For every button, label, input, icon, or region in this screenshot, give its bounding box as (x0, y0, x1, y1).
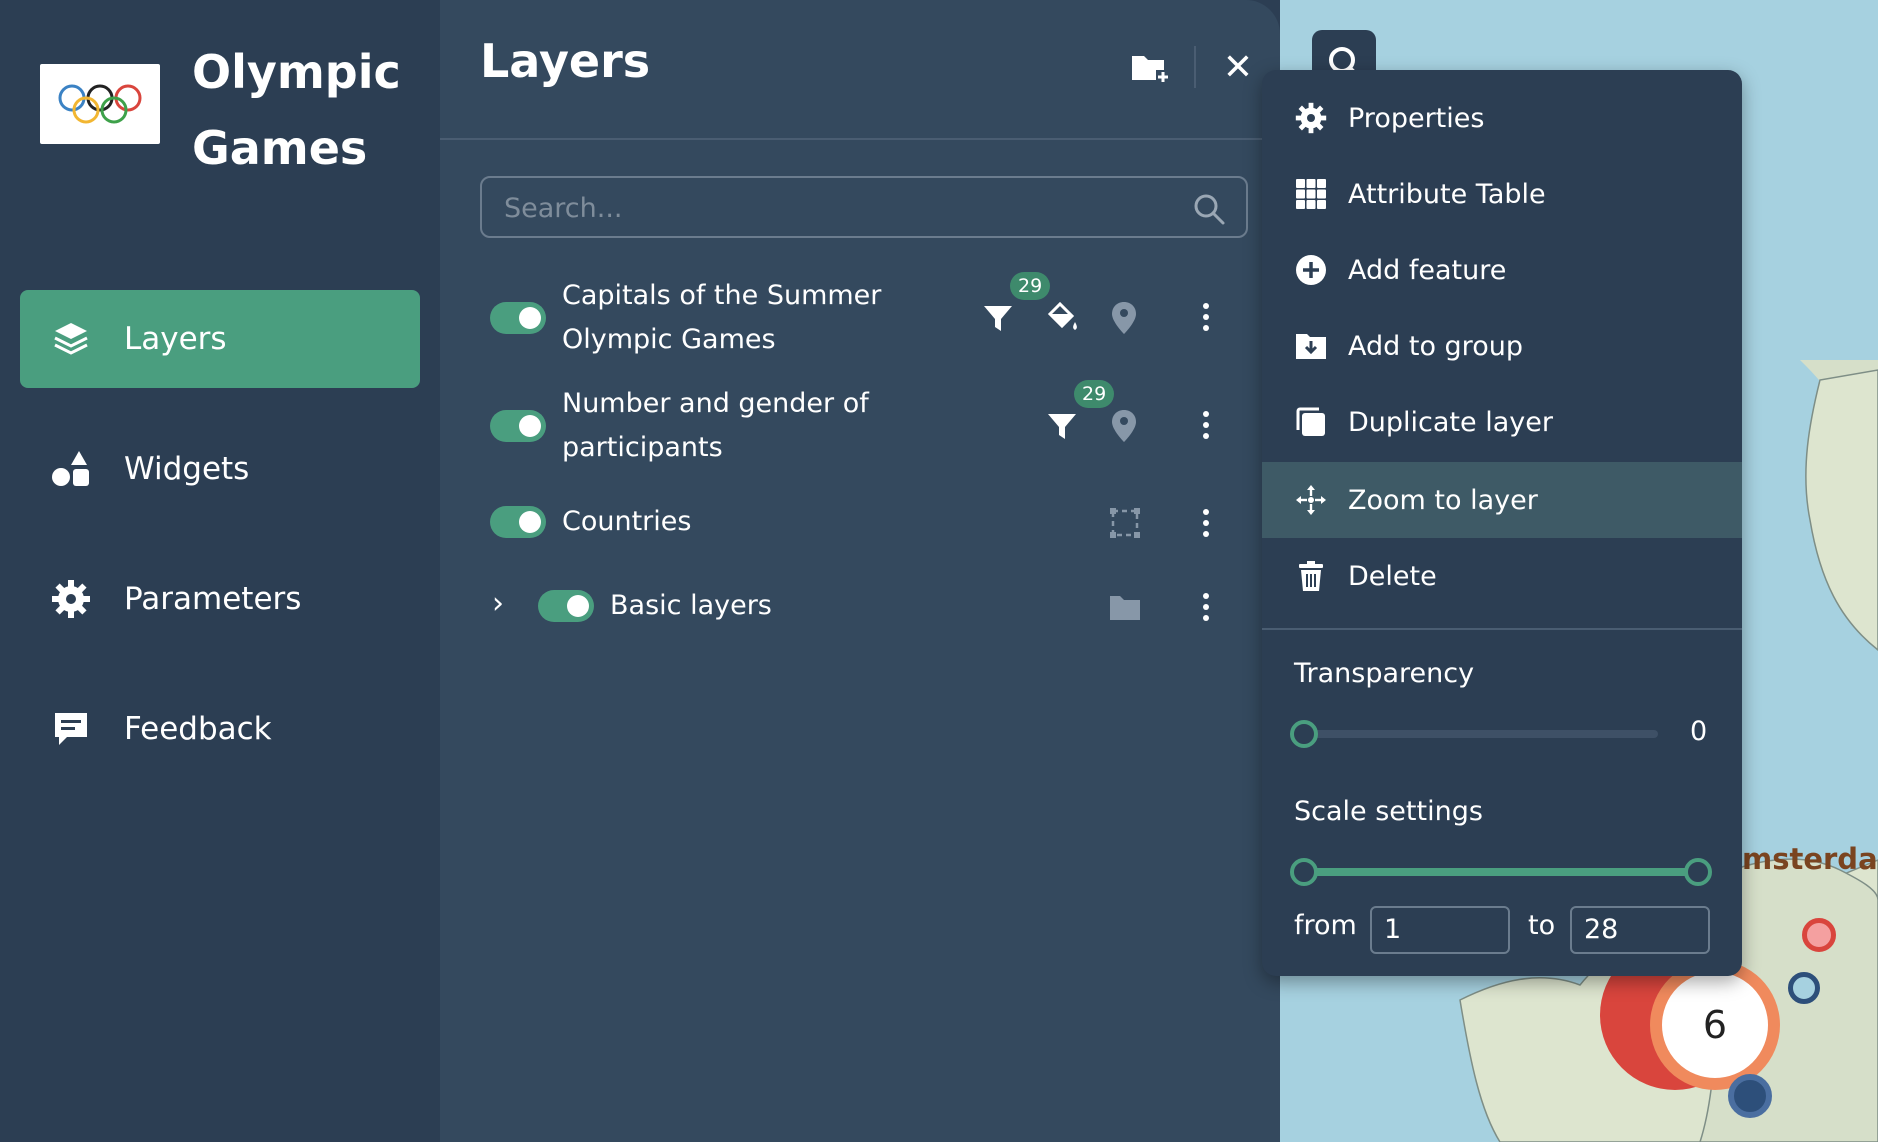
menu-item-add-to-group[interactable]: Add to group (1262, 308, 1742, 384)
layer-options-menu-icon[interactable] (1198, 300, 1214, 336)
menu-item-label: Zoom to layer (1348, 484, 1538, 516)
map-marker[interactable] (1728, 1074, 1772, 1118)
header-separator (440, 138, 1262, 140)
chevron-right-icon[interactable]: › (492, 586, 504, 621)
sidebar-item-layers[interactable]: Layers (20, 290, 420, 388)
layer-context-menu: Properties Attribute Table Add feature A… (1262, 70, 1742, 976)
scale-to-input[interactable]: 28 (1570, 906, 1710, 954)
menu-separator (1262, 628, 1742, 630)
layer-row-countries[interactable]: Countries (440, 498, 1262, 548)
filter-icon[interactable] (982, 302, 1014, 334)
layer-name: Capitals of the Summer Olympic Games (562, 280, 882, 355)
duplicate-icon (1294, 405, 1328, 439)
sidebar-item-label: Feedback (124, 711, 272, 747)
menu-item-label: Delete (1348, 560, 1437, 592)
filter-count-badge: 29 (1074, 380, 1115, 408)
layer-row-capitals[interactable]: Capitals of the Summer Olympic Games 29 (440, 270, 1262, 370)
trash-icon (1294, 559, 1328, 593)
app-title: Olympic Games (192, 45, 401, 175)
sidebar-item-label: Widgets (124, 451, 250, 487)
menu-item-label: Properties (1348, 102, 1485, 134)
olympic-rings-logo (40, 64, 160, 144)
sidebar-item-label: Parameters (124, 581, 302, 617)
layer-row-participants[interactable]: Number and gender of participants 29 (440, 378, 1262, 478)
search-icon[interactable] (1192, 192, 1226, 226)
scale-settings-label: Scale settings (1294, 796, 1483, 827)
menu-item-add-feature[interactable]: Add feature (1262, 232, 1742, 308)
folder-download-icon (1294, 329, 1328, 363)
scale-from-label: from (1294, 910, 1357, 941)
table-icon (1294, 177, 1328, 211)
menu-item-duplicate-layer[interactable]: Duplicate layer (1262, 384, 1742, 460)
map-pin-icon[interactable] (1110, 300, 1138, 336)
plus-circle-icon (1294, 253, 1328, 287)
add-group-folder-icon[interactable] (1130, 50, 1170, 86)
layer-options-menu-icon[interactable] (1198, 408, 1214, 444)
filter-count-badge: 29 (1010, 272, 1051, 300)
zoom-arrows-icon (1294, 483, 1328, 517)
gear-icon (1294, 101, 1328, 135)
scale-from-input[interactable]: 1 (1370, 906, 1510, 954)
layer-name: Number and gender of participants (562, 388, 869, 463)
layer-visibility-toggle[interactable] (490, 410, 546, 442)
sidebar-item-widgets[interactable]: Widgets (20, 420, 420, 518)
scale-slider-max-thumb[interactable] (1684, 858, 1712, 886)
folder-icon (1110, 596, 1140, 620)
map-marker[interactable] (1802, 918, 1836, 952)
scale-to-label: to (1528, 910, 1556, 941)
sidebar: Olympic Games Layers Widgets Parameters … (0, 0, 440, 1142)
transparency-slider-thumb[interactable] (1290, 720, 1318, 748)
layer-visibility-toggle[interactable] (490, 506, 546, 538)
layer-options-menu-icon[interactable] (1198, 590, 1214, 626)
layer-options-menu-icon[interactable] (1198, 506, 1214, 542)
map-city-label: msterdan (1742, 842, 1878, 876)
transparency-label: Transparency (1294, 658, 1475, 689)
map-pin-icon[interactable] (1110, 408, 1138, 444)
feedback-icon (50, 708, 92, 750)
menu-item-zoom-to-layer[interactable]: Zoom to layer (1262, 462, 1742, 538)
layers-panel: Layers ✕ Capitals of the Summer Olympic … (440, 0, 1280, 1142)
sidebar-item-parameters[interactable]: Parameters (20, 550, 420, 648)
layers-icon (50, 318, 92, 360)
bounding-box-icon[interactable] (1108, 506, 1142, 540)
layer-visibility-toggle[interactable] (490, 302, 546, 334)
menu-item-label: Add to group (1348, 330, 1523, 362)
search-box (480, 176, 1248, 238)
sidebar-item-feedback[interactable]: Feedback (20, 680, 420, 778)
menu-item-attribute-table[interactable]: Attribute Table (1262, 156, 1742, 232)
layer-group-basic-layers[interactable]: › Basic layers (440, 582, 1262, 632)
header-divider (1194, 46, 1196, 88)
panel-title: Layers (480, 34, 651, 88)
map-cluster-count[interactable]: 6 (1662, 972, 1768, 1078)
close-icon[interactable]: ✕ (1220, 50, 1256, 86)
transparency-slider-track[interactable] (1302, 730, 1658, 738)
map-marker[interactable] (1788, 972, 1820, 1004)
filter-icon[interactable] (1046, 410, 1078, 442)
menu-item-label: Attribute Table (1348, 178, 1546, 210)
scale-slider-track[interactable] (1302, 868, 1702, 876)
search-input[interactable] (504, 188, 1184, 228)
menu-item-label: Add feature (1348, 254, 1507, 286)
gear-icon (50, 578, 92, 620)
menu-item-properties[interactable]: Properties (1262, 80, 1742, 156)
sidebar-item-label: Layers (124, 321, 227, 357)
transparency-value: 0 (1690, 716, 1708, 747)
layer-visibility-toggle[interactable] (538, 590, 594, 622)
menu-item-label: Duplicate layer (1348, 406, 1553, 438)
paint-bucket-icon[interactable] (1044, 300, 1080, 336)
scale-slider-min-thumb[interactable] (1290, 858, 1318, 886)
menu-item-delete[interactable]: Delete (1262, 538, 1742, 614)
layer-name: Basic layers (610, 590, 772, 621)
widgets-icon (50, 448, 92, 490)
layer-name: Countries (562, 506, 692, 537)
